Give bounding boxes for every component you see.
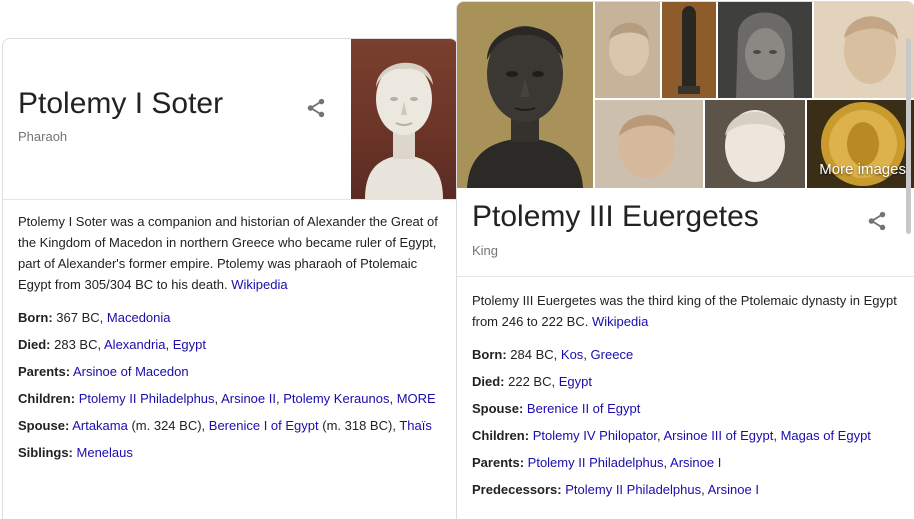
wikipedia-link[interactable]: Wikipedia xyxy=(592,314,648,329)
gallery-image[interactable] xyxy=(662,2,716,98)
fact-children: Children: Ptolemy II Philadelphus, Arsin… xyxy=(18,391,436,406)
entity-subtitle: King xyxy=(472,243,499,258)
gallery-image[interactable] xyxy=(595,2,660,98)
statue-illustration xyxy=(662,2,716,98)
scrollbar[interactable] xyxy=(906,38,911,234)
fact-link[interactable]: Arsinoe I xyxy=(708,482,759,497)
fact-born: Born: 284 BC, Kos, Greece xyxy=(472,347,634,362)
fact-link[interactable]: Magas of Egypt xyxy=(781,428,871,443)
head-illustration xyxy=(595,2,660,98)
fact-parents: Parents: Arsinoe of Macedon xyxy=(18,358,444,385)
gallery-image-main[interactable] xyxy=(457,2,593,188)
fact-died: Died: 283 BC, Alexandria, Egypt xyxy=(18,337,206,352)
panel-body: Ptolemy III Euergetes was the third king… xyxy=(472,290,902,503)
fact-link[interactable]: Ptolemy II Philadelphus xyxy=(79,391,215,406)
fact-link[interactable]: Ptolemy Keraunos xyxy=(283,391,389,406)
fact-link[interactable]: Arsinoe of Macedon xyxy=(73,364,189,379)
knowledge-panel-ptolemy-iii: More images Ptolemy III Euergetes King P… xyxy=(456,1,914,519)
fact-note: (m. 324 BC), xyxy=(131,418,206,433)
fact-link[interactable]: Alexandria xyxy=(104,337,165,352)
fact-predecessors: Predecessors: Ptolemy II Philadelphus, A… xyxy=(472,482,759,497)
fact-label: Parents: xyxy=(18,364,71,379)
fact-link[interactable]: Berenice II of Egypt xyxy=(527,401,640,416)
wikipedia-link[interactable]: Wikipedia xyxy=(231,277,287,292)
fact-label: Spouse: xyxy=(472,401,524,416)
fact-link[interactable]: Artakama xyxy=(72,418,128,433)
fact-siblings: Siblings: Menelaus xyxy=(18,439,444,466)
knowledge-panel-ptolemy-i: Ptolemy I Soter Pharaoh Ptolemy I Soter … xyxy=(2,38,458,519)
fact-link[interactable]: Ptolemy II Philadelphus xyxy=(528,455,664,470)
head-illustration xyxy=(705,100,805,188)
description: Ptolemy I Soter was a companion and hist… xyxy=(18,211,444,295)
fact-link[interactable]: Berenice I of Egypt xyxy=(209,418,319,433)
bust-illustration xyxy=(365,62,443,199)
fact-label: Siblings: xyxy=(18,445,73,460)
fact-label: Died: xyxy=(18,337,51,352)
fact-link[interactable]: Thaïs xyxy=(399,418,432,433)
fact-note: (m. 318 BC), xyxy=(322,418,396,433)
fact-label: Born: xyxy=(18,310,53,325)
description: Ptolemy III Euergetes was the third king… xyxy=(472,290,902,332)
fact-label: Children: xyxy=(472,428,530,443)
fact-label: Died: xyxy=(472,374,505,389)
entity-title: Ptolemy III Euergetes xyxy=(472,200,759,233)
gallery-image[interactable] xyxy=(718,2,812,98)
fact-value: 283 BC, xyxy=(54,337,102,352)
fact-value: 284 BC, xyxy=(510,347,558,362)
divider xyxy=(457,276,914,277)
facts-list: Born: 284 BC, Kos, Greece Died: 222 BC, … xyxy=(472,341,902,503)
more-link[interactable]: MORE xyxy=(397,391,436,406)
fact-label: Born: xyxy=(472,347,507,362)
fact-value: 367 BC, xyxy=(56,310,104,325)
fact-link[interactable]: Egypt xyxy=(173,337,206,352)
head-illustration xyxy=(595,100,703,188)
gallery-image[interactable] xyxy=(705,100,805,188)
gallery-image[interactable] xyxy=(595,100,703,188)
fact-born: Born: 367 BC, Macedonia xyxy=(18,304,444,331)
share-icon[interactable] xyxy=(866,210,888,232)
description-text: Ptolemy III Euergetes was the third king… xyxy=(472,293,897,329)
fact-value: 222 BC, xyxy=(508,374,556,389)
gallery-image[interactable] xyxy=(814,2,914,98)
fact-label: Parents: xyxy=(472,455,525,470)
fact-spouse: Spouse: Berenice II of Egypt xyxy=(472,395,902,422)
entity-subtitle: Pharaoh xyxy=(18,129,68,144)
fact-link[interactable]: Arsinoe III of Egypt xyxy=(664,428,774,443)
facts-list: Born: 367 BC, Macedonia Died: 283 BC, Al… xyxy=(18,304,444,466)
share-icon[interactable] xyxy=(305,97,327,119)
fact-died: Died: 222 BC, Egypt xyxy=(472,368,902,395)
fact-link[interactable]: Kos xyxy=(561,347,583,362)
fact-link[interactable]: Greece xyxy=(591,347,634,362)
fact-label: Spouse: xyxy=(18,418,70,433)
portrait-image[interactable] xyxy=(351,39,457,199)
fact-link[interactable]: Ptolemy II Philadelphus xyxy=(565,482,701,497)
pharaoh-head-illustration xyxy=(718,2,812,98)
panel-header: Ptolemy I Soter Pharaoh xyxy=(3,39,457,200)
fact-label: Predecessors: xyxy=(472,482,562,497)
fact-link[interactable]: Menelaus xyxy=(77,445,133,460)
bust-illustration xyxy=(457,2,593,188)
fact-link[interactable]: Ptolemy IV Philopator xyxy=(533,428,657,443)
fact-link[interactable]: Arsinoe I xyxy=(670,455,721,470)
fact-spouse: Spouse: Artakama (m. 324 BC), Berenice I… xyxy=(18,412,444,439)
fact-link[interactable]: Arsinoe II xyxy=(221,391,276,406)
image-gallery: More images xyxy=(457,2,914,188)
fact-link[interactable]: Macedonia xyxy=(107,310,171,325)
panel-body: Ptolemy I Soter was a companion and hist… xyxy=(18,211,444,466)
fact-label: Children: xyxy=(18,391,76,406)
entity-title: Ptolemy I Soter xyxy=(18,87,224,120)
more-images-link[interactable]: More images xyxy=(819,161,906,178)
head-illustration xyxy=(814,2,914,98)
description-text: Ptolemy I Soter was a companion and hist… xyxy=(18,214,438,292)
fact-children: Children: Ptolemy IV Philopator, Arsinoe… xyxy=(472,428,871,443)
fact-link[interactable]: Egypt xyxy=(559,374,592,389)
fact-parents: Parents: Ptolemy II Philadelphus, Arsino… xyxy=(472,455,722,470)
